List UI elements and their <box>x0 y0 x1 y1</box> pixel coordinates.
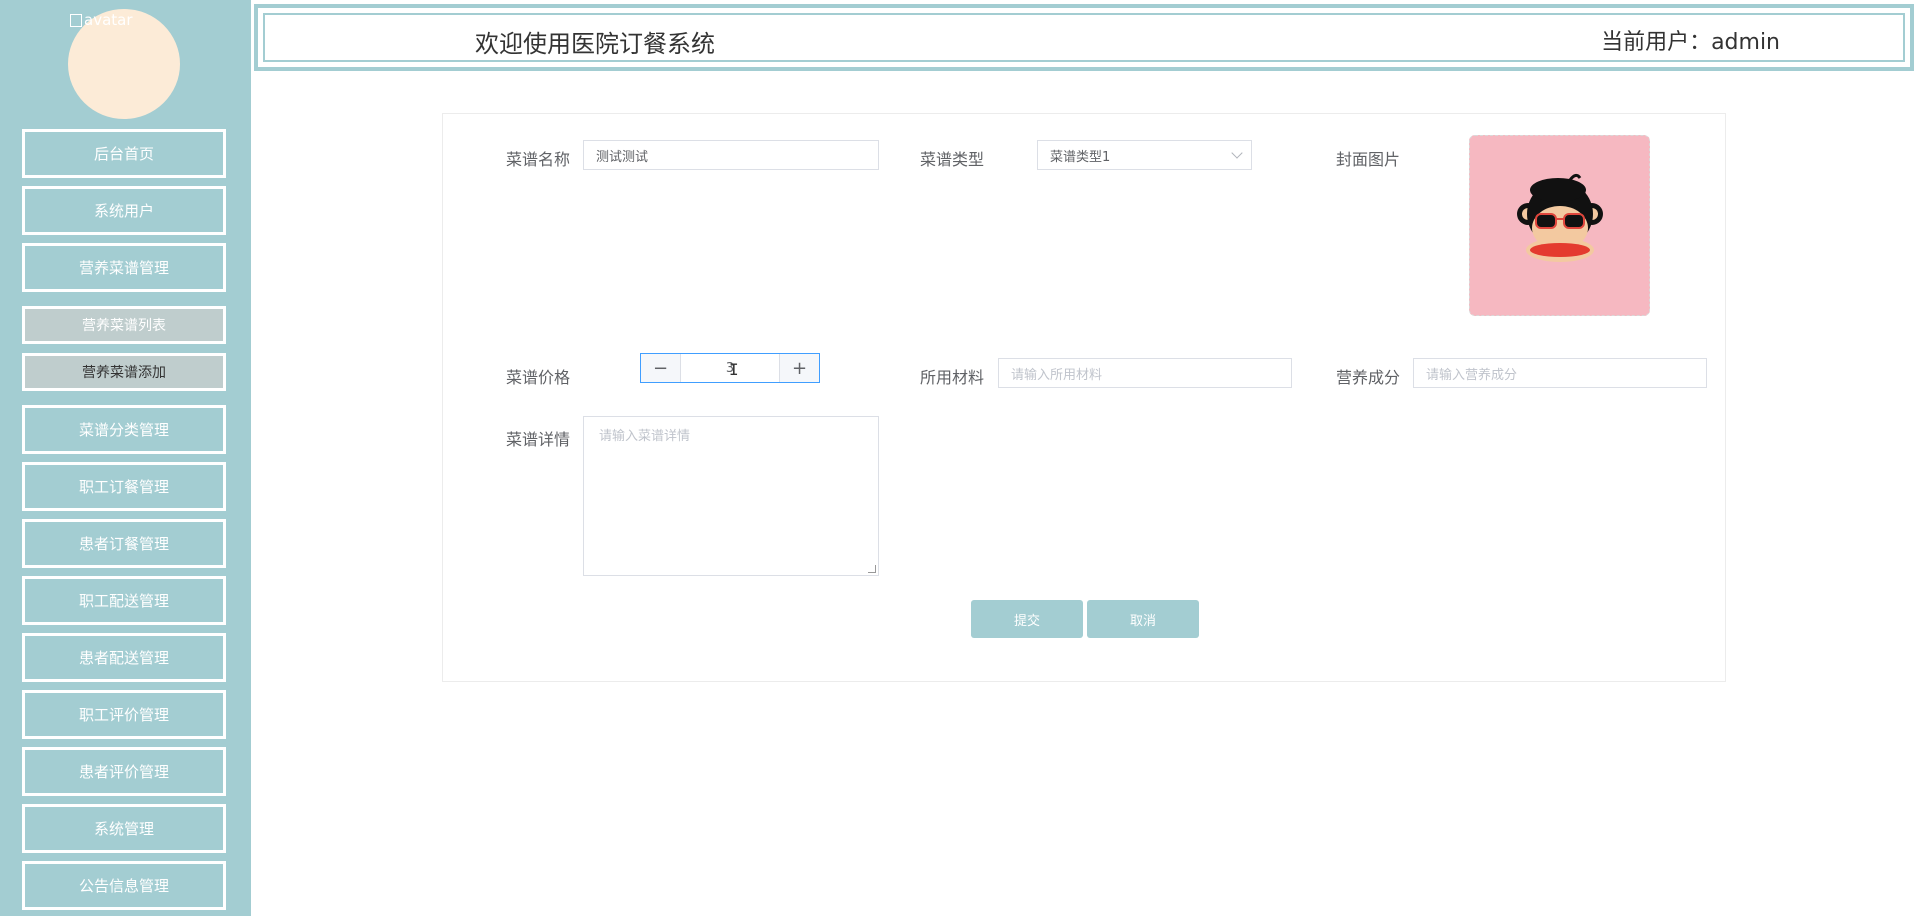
decrement-button[interactable]: − <box>641 354 681 382</box>
detail-textarea[interactable]: 请输入菜谱详情 <box>583 416 879 576</box>
page-title: 欢迎使用医院订餐系统 <box>475 30 715 58</box>
material-input[interactable]: 请输入所用材料 <box>998 358 1292 388</box>
avatar-alt-text: avatar <box>70 11 133 29</box>
sidebar-subitem-recipe-list[interactable]: 营养菜谱列表 <box>22 306 226 344</box>
recipe-form: 菜谱名称 测试测试 菜谱类型 菜谱类型1 封面图片 菜谱价格 − 3 I + 所… <box>442 113 1726 682</box>
type-select[interactable]: 菜谱类型1 <box>1037 140 1252 170</box>
sidebar-item-announcements[interactable]: 公告信息管理 <box>22 861 226 910</box>
nutrition-input[interactable]: 请输入营养成分 <box>1413 358 1707 388</box>
broken-image-icon <box>70 14 82 27</box>
name-label: 菜谱名称 <box>506 150 571 169</box>
cover-image-upload[interactable] <box>1469 135 1650 316</box>
type-select-value: 菜谱类型1 <box>1050 149 1111 165</box>
cancel-button[interactable]: 取消 <box>1087 600 1199 638</box>
submit-button[interactable]: 提交 <box>971 600 1083 638</box>
sidebar-item-patient-orders[interactable]: 患者订餐管理 <box>22 519 226 568</box>
material-label: 所用材料 <box>920 368 985 387</box>
sidebar-item-staff-delivery[interactable]: 职工配送管理 <box>22 576 226 625</box>
sidebar-item-patient-reviews[interactable]: 患者评价管理 <box>22 747 226 796</box>
current-user: 当前用户：admin <box>1601 30 1780 55</box>
sidebar-subitem-recipe-add[interactable]: 营养菜谱添加 <box>22 353 226 391</box>
price-input[interactable]: 3 I <box>681 354 779 382</box>
sidebar-item-staff-reviews[interactable]: 职工评价管理 <box>22 690 226 739</box>
text-cursor-icon: I <box>729 360 739 379</box>
nutrition-label: 营养成分 <box>1336 368 1401 387</box>
sidebar-item-recipe-category[interactable]: 菜谱分类管理 <box>22 405 226 454</box>
sidebar: avatar 后台首页 系统用户 营养菜谱管理 营养菜谱列表 营养菜谱添加 菜谱… <box>0 0 251 916</box>
name-input[interactable]: 测试测试 <box>583 140 879 170</box>
price-label: 菜谱价格 <box>506 368 571 387</box>
monkey-avatar-icon <box>1470 136 1649 315</box>
sidebar-item-system-management[interactable]: 系统管理 <box>22 804 226 853</box>
price-stepper[interactable]: − 3 I + <box>640 353 820 383</box>
sidebar-item-recipe-management[interactable]: 营养菜谱管理 <box>22 243 226 292</box>
sidebar-item-patient-delivery[interactable]: 患者配送管理 <box>22 633 226 682</box>
type-label: 菜谱类型 <box>920 150 985 169</box>
sidebar-item-staff-orders[interactable]: 职工订餐管理 <box>22 462 226 511</box>
sidebar-item-home[interactable]: 后台首页 <box>22 129 226 178</box>
resize-handle-icon[interactable] <box>868 565 876 573</box>
sidebar-item-system-users[interactable]: 系统用户 <box>22 186 226 235</box>
header: 欢迎使用医院订餐系统 当前用户：admin <box>254 4 1914 71</box>
cover-label: 封面图片 <box>1336 150 1401 169</box>
detail-label: 菜谱详情 <box>506 430 571 449</box>
chevron-down-icon <box>1231 147 1243 159</box>
increment-button[interactable]: + <box>779 354 819 382</box>
